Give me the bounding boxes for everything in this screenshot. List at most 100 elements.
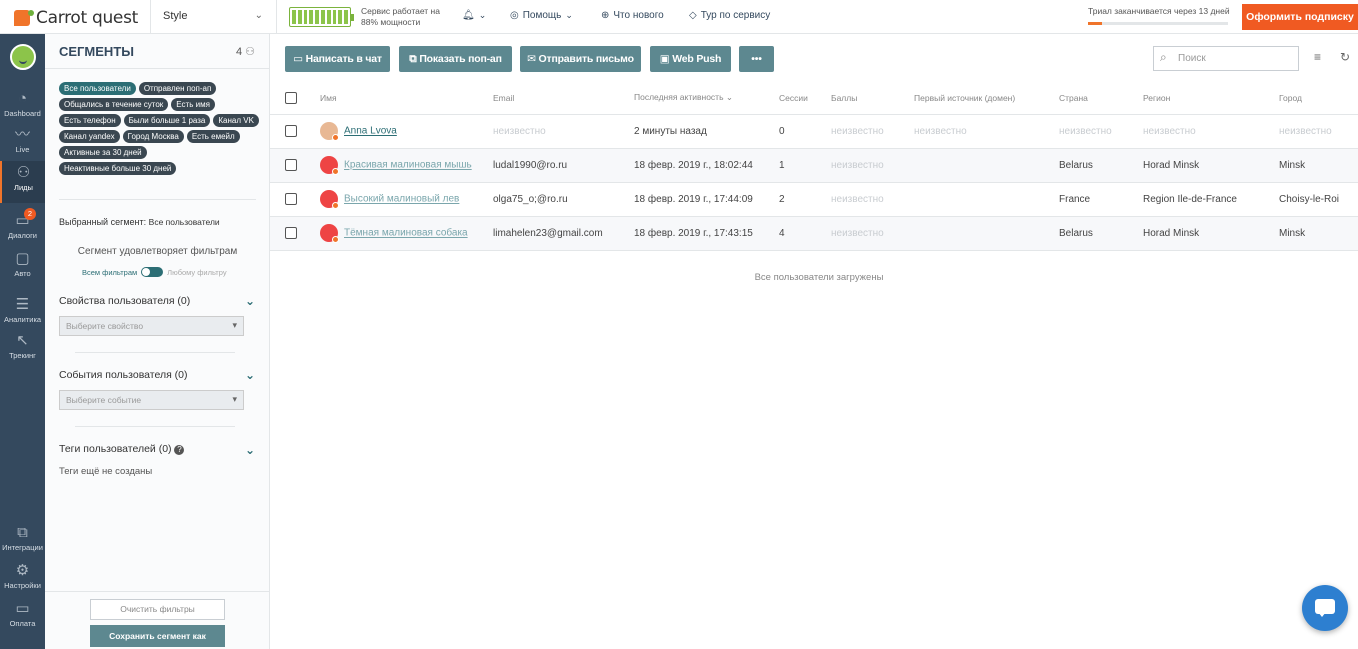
columns-settings-icon[interactable]: ≡ [1314, 50, 1321, 64]
segment-tag[interactable]: Есть телефон [59, 114, 121, 127]
user-name-link[interactable]: Тёмная малиновая собака [344, 228, 468, 239]
col-first-source[interactable]: Первый источник (домен) [914, 82, 1059, 115]
col-score[interactable]: Баллы [831, 82, 914, 115]
top-bar: Carrot quest Style ⌄ Сервис работает на … [0, 0, 1358, 34]
refresh-icon[interactable]: ↻ [1340, 50, 1350, 64]
col-email[interactable]: Email [493, 82, 634, 115]
chat-widget-button[interactable] [1302, 585, 1348, 631]
nav-live[interactable]: 〰 Live [0, 126, 45, 154]
col-last-activity[interactable]: Последняя активность ⌄ [634, 82, 779, 115]
select-all-checkbox[interactable] [285, 91, 297, 104]
table-row[interactable]: Anna Lvova неизвестно 2 минуты назад 0 неизв… [270, 114, 1358, 149]
filter-mode-toggle[interactable] [141, 267, 164, 277]
nav-auto-label: Авто [14, 269, 31, 278]
cell-score: неизвестно [831, 216, 914, 251]
table-row[interactable]: Высокий малиновый лев olga75_o;@ro.ru 18 ф… [270, 182, 1358, 217]
search-input[interactable]: Поиск [1153, 46, 1299, 71]
nav-payment[interactable]: ▭ Оплата [0, 600, 45, 628]
logo-text: Carrot quest [36, 8, 139, 28]
send-email-button[interactable]: ✉ Отправить письмо [520, 46, 641, 72]
user-avatar[interactable] [10, 44, 36, 70]
more-actions-button[interactable]: ••• [739, 46, 774, 72]
property-select[interactable]: Выберите свойство [59, 316, 244, 336]
col-name[interactable]: Имя [320, 82, 493, 115]
cell-email: неизвестно [493, 114, 634, 149]
nav-analytics[interactable]: ☰ Аналитика [0, 296, 45, 324]
row-checkbox[interactable] [285, 193, 297, 205]
segment-tag[interactable]: Неактивные больше 30 дней [59, 162, 177, 175]
nav-settings[interactable]: ⚙ Настройки [0, 562, 45, 590]
write-chat-button[interactable]: ▭ Написать в чат [285, 46, 390, 72]
save-segment-button[interactable]: Сохранить сегмент как [90, 625, 225, 647]
nav-dialogs[interactable]: ▭ 2 Диалоги [0, 208, 45, 240]
segment-tag[interactable]: Активные за 30 дней [59, 146, 147, 159]
segment-tag[interactable]: Город Москва [122, 130, 184, 143]
segment-tag[interactable]: Общались в течение суток [59, 98, 169, 111]
service-status-line2: 88% мощности [361, 17, 421, 27]
segments-count-value: 4 [235, 46, 243, 58]
help-icon: ◎ [510, 10, 519, 21]
cell-source [914, 182, 1059, 217]
help-menu[interactable]: ◎ Помощь ⌄ [510, 10, 573, 21]
user-name-link[interactable]: Anna Lvova [344, 126, 397, 137]
notifications-button[interactable]: 🔔︎ ⌄ [462, 10, 486, 21]
cell-country: France [1059, 182, 1143, 217]
segment-tags: Все пользователи Отправлен поп-ап Общались… [59, 82, 259, 175]
service-tour-link[interactable]: ◇ Тур по сервису [689, 10, 770, 21]
subscribe-button[interactable]: Оформить подписку [1242, 4, 1358, 30]
col-sessions[interactable]: Сессии [779, 82, 831, 115]
nav-leads[interactable]: ⚇ Лиды [0, 161, 45, 203]
segment-tag[interactable]: Все пользователи [59, 82, 136, 95]
divider [45, 591, 270, 592]
segments-count: 4 ⚇ [236, 45, 255, 58]
service-load-indicator [289, 7, 354, 27]
cell-last: 18 февр. 2019 г., 18:02:44 [634, 148, 779, 183]
main-content: ▭ Написать в чат ⧉ Показать поп-ап ✉ Отп… [270, 34, 1358, 649]
write-chat-label: Написать в чат [305, 53, 382, 65]
row-checkbox[interactable] [285, 125, 297, 137]
col-country[interactable]: Страна [1059, 82, 1143, 115]
clear-filters-button[interactable]: Очистить фильтры [90, 599, 225, 620]
nav-tracking[interactable]: ↖ Трекинг [0, 332, 45, 360]
col-region[interactable]: Регион [1143, 82, 1279, 115]
toggle-any-label: Любому фильтру [167, 267, 227, 277]
app-select[interactable]: Style ⌄ [163, 10, 263, 22]
show-popup-button[interactable]: ⧉ Показать поп-ап [399, 46, 512, 72]
event-select[interactable]: Выберите событие [59, 390, 244, 410]
divider [276, 0, 277, 34]
cell-email: ludal1990@ro.ru [493, 148, 634, 183]
chevron-down-icon: ⌄ [725, 92, 733, 103]
logo[interactable]: Carrot quest [14, 8, 138, 28]
envelope-icon: ✉ [527, 53, 536, 65]
popup-icon: ⧉ [409, 53, 417, 65]
segment-tag[interactable]: Отправлен поп-ап [138, 82, 217, 95]
table-row[interactable]: Тёмная малиновая собака limahelen23@gmail… [270, 216, 1358, 251]
nav-auto[interactable]: ▢ Авто [0, 250, 45, 278]
whats-new-link[interactable]: ⊕ Что нового [601, 10, 664, 21]
chevron-down-icon: ⌄ [254, 10, 263, 21]
table-row[interactable]: Красивая малиновая мышь ludal1990@ro.ru 18… [270, 148, 1358, 183]
user-name-link[interactable]: Красивая малиновая мышь [344, 160, 472, 171]
segment-tag[interactable]: Есть емейл [186, 130, 240, 143]
chevron-down-icon[interactable]: ⌄ [245, 443, 255, 457]
user-name-link[interactable]: Высокий малиновый лев [344, 194, 459, 205]
segment-tag[interactable]: Канал VK [213, 114, 259, 127]
row-checkbox[interactable] [285, 227, 297, 239]
cell-sessions: 1 [779, 148, 831, 183]
whats-new-label: Что нового [613, 10, 664, 21]
web-push-button[interactable]: ▣ Web Push [650, 46, 731, 72]
nav-dashboard[interactable]: ◔ Dashboard [0, 90, 45, 118]
unread-badge: 2 [24, 208, 36, 220]
send-email-label: Отправить письмо [538, 53, 634, 65]
chevron-down-icon[interactable]: ⌄ [245, 294, 255, 308]
col-city[interactable]: Город [1279, 82, 1358, 115]
nav-integrations[interactable]: ⧉ Интеграции [0, 524, 45, 552]
divider [45, 68, 270, 69]
help-icon[interactable]: ? [174, 445, 185, 455]
segment-tag[interactable]: Были больше 1 раза [123, 114, 211, 127]
segment-tag[interactable]: Канал yandex [59, 130, 120, 143]
segment-tag[interactable]: Есть имя [171, 98, 215, 111]
chevron-down-icon[interactable]: ⌄ [245, 368, 255, 382]
row-checkbox[interactable] [285, 159, 297, 171]
cell-last: 18 февр. 2019 г., 17:43:15 [634, 216, 779, 251]
